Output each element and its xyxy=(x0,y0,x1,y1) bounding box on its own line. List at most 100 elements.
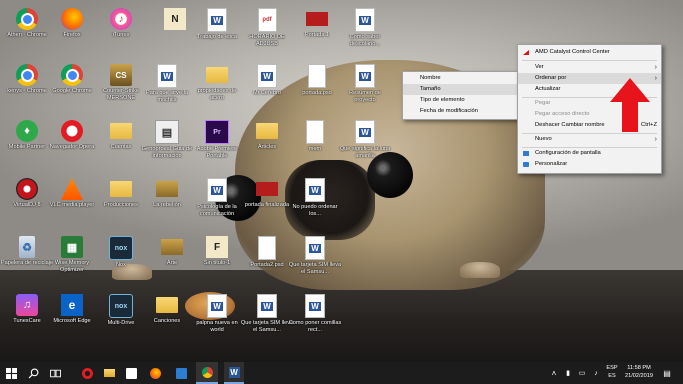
files-icon xyxy=(103,369,115,377)
desktop-icon-label: mem xyxy=(308,146,322,152)
opera-icon xyxy=(81,367,93,379)
folder-icon xyxy=(110,181,132,197)
windows-start-icon xyxy=(5,367,17,379)
desktop-icon-label: Que tarjeta SIM lleva el Samsu... xyxy=(240,320,294,333)
opera-icon xyxy=(61,120,83,142)
desktop-icon-horario[interactable]: pdf HORARIO DE ADJUSB xyxy=(240,6,294,60)
word-doc-icon: W xyxy=(257,64,277,88)
app-icon xyxy=(175,367,187,379)
chrome-icon xyxy=(16,64,38,86)
desktop-icon-adobe-premiere[interactable]: Pr Adobe Premiere Portable xyxy=(190,118,244,172)
task-view-button[interactable] xyxy=(46,362,64,384)
language-code: ESP xyxy=(606,365,618,371)
nox-icon: nox xyxy=(109,236,133,260)
submenu-arrow-icon: › xyxy=(654,75,657,82)
desktop-icon-label: Canciones xyxy=(153,318,181,324)
folder-icon xyxy=(206,67,228,83)
taskbar-edge-blue[interactable] xyxy=(172,362,190,384)
desktop-icon-opera[interactable]: Navegador Opera xyxy=(45,118,99,172)
desktop-icon-label: Genoproeal Guia de Información xyxy=(141,146,193,159)
taskbar-word[interactable]: W xyxy=(224,362,244,384)
tunescare-icon: ♫ xyxy=(16,294,38,316)
folder-dark-icon xyxy=(161,239,183,255)
menu-item-amd-catalyst[interactable]: AMD Catalyst Control Center xyxy=(518,47,661,58)
taskbar-firefox[interactable] xyxy=(146,362,164,384)
tray-volume[interactable]: ♪ xyxy=(590,362,602,384)
desktop-icon-label: portada.psd xyxy=(302,90,332,96)
tray-battery[interactable]: ▭ xyxy=(576,362,588,384)
word-icon: W xyxy=(228,366,240,378)
clock[interactable]: 11:58 PM 21/02/2019 xyxy=(622,364,656,380)
tray-expand[interactable]: ˄ xyxy=(548,362,560,384)
desktop-icon-propiedades-acero[interactable]: propiedades de acero xyxy=(190,62,244,116)
action-center-button[interactable]: ▤ xyxy=(660,362,674,384)
word-doc-icon: W xyxy=(305,236,325,260)
desktop-icon-luna-amarilla[interactable]: W Que significa la luna amarilla xyxy=(338,118,392,172)
wise-memory-icon: ▦ xyxy=(61,236,83,258)
desktop-icon-mem[interactable]: mem xyxy=(288,118,342,172)
desktop-icon-label: No puedo ordenar los... xyxy=(292,204,338,217)
desktop-icon-resumen-proyecto[interactable]: W Resumen de proyecto xyxy=(338,62,392,116)
desktop-icon-itunes[interactable]: ♪ iTunes xyxy=(94,6,148,60)
search-icon xyxy=(28,368,38,378)
firefox-icon xyxy=(149,367,161,379)
start-button[interactable] xyxy=(2,362,20,384)
taskbar-opera[interactable] xyxy=(78,362,96,384)
menu-separator xyxy=(522,60,657,61)
desktop-icon-firefox[interactable]: Firefox xyxy=(45,6,99,60)
desktop[interactable]: Athen - Chrome Firefox ♪ iTunes N W Trab… xyxy=(0,0,683,362)
desktop-icon-label: Portada 1 xyxy=(304,32,330,38)
taskbar-store[interactable] xyxy=(122,362,140,384)
menu-item-display-settings[interactable]: Configuración de pantalla xyxy=(518,148,661,159)
menu-item-sort-name[interactable]: Nombre xyxy=(403,73,519,84)
desktop-icon-vlc[interactable]: VLC media player xyxy=(45,176,99,230)
desktop-icon-nox[interactable]: nox Nox xyxy=(94,234,148,288)
desktop-icon-portada-psd[interactable]: portada.psd xyxy=(290,62,344,116)
desktop-icon-articles[interactable]: Articles xyxy=(240,118,294,172)
word-doc-icon: W xyxy=(207,178,227,202)
desktop-icon-tarjeta-sim-2[interactable]: W Que tarjeta SIM lleva el Samsu... xyxy=(240,292,294,346)
taskbar-file-explorer[interactable] xyxy=(100,362,118,384)
notion-icon: F xyxy=(206,236,228,258)
desktop-icon-como-saber[interactable]: W Como saber descolario... xyxy=(338,6,392,60)
desktop-icon-portada2-psd[interactable]: Portada2.psd xyxy=(240,234,294,288)
red-annotation-arrow xyxy=(610,78,650,132)
desktop-icon-tarjeta-sim-1[interactable]: W Que tarjeta SIM lleva el Samsu... xyxy=(288,234,342,288)
desktop-icon-edge[interactable]: e Microsoft Edge xyxy=(45,292,99,346)
desktop-icon-label: Trabajo de etica xyxy=(197,34,237,40)
file-icon xyxy=(308,64,326,88)
taskbar-chrome[interactable] xyxy=(196,362,218,384)
desktop-icon-para-que-sirve[interactable]: W Para que sirve la mochila xyxy=(140,62,194,116)
language-indicator[interactable]: ESP ES xyxy=(604,364,620,380)
desktop-icon-label: Wise Memory Optimizer xyxy=(54,260,90,273)
desktop-icon-psicologia[interactable]: W Psicología de la comunicación xyxy=(190,176,244,230)
vlc-icon xyxy=(61,178,83,200)
desktop-icon-no-puedo-ordenar[interactable]: W No puedo ordenar los... xyxy=(288,176,342,230)
desktop-icon-label: Que significa la luna amarilla xyxy=(339,146,391,159)
menu-item-sort-size[interactable]: Tamaño xyxy=(403,84,519,95)
tray-network[interactable]: ▮ xyxy=(562,362,574,384)
menu-item-view[interactable]: Ver › xyxy=(518,62,661,73)
menu-item-personalize[interactable]: Personalizar xyxy=(518,159,661,170)
desktop-icon-label: Portada2.psd xyxy=(250,262,284,268)
desktop-icon-como-poner-comillas[interactable]: W Como poner comillas rect... xyxy=(288,292,342,346)
desktop-icon-canciones[interactable]: Canciones xyxy=(140,292,194,346)
desktop-icon-portada-finalizada[interactable]: portada finalizada xyxy=(240,176,294,230)
desktop-icon-label: Mr.Cerebro xyxy=(253,90,281,96)
menu-item-sort-date[interactable]: Fecha de modificación xyxy=(403,106,519,117)
search-button[interactable] xyxy=(24,362,42,384)
counter-strike-icon: CS xyxy=(110,64,132,86)
desktop-icon-la-rebelion[interactable]: La rebelión xyxy=(140,176,194,230)
desktop-icon-genoproeal[interactable]: ▤ Genoproeal Guia de Información xyxy=(140,118,194,172)
desktop-icon-wise-memory[interactable]: ▦ Wise Memory Optimizer xyxy=(45,234,99,288)
word-doc-icon: W xyxy=(207,8,227,32)
desktop-icon-sin-titulo[interactable]: F Sin titulo-1 xyxy=(190,234,244,288)
menu-item-sort-type[interactable]: Tipo de elemento xyxy=(403,95,519,106)
desktop-icon-google-chrome[interactable]: Google Chrome xyxy=(45,62,99,116)
desktop-icon-label: propiedades de acero xyxy=(197,88,237,101)
desktop-icon-trabajo-etica[interactable]: W Trabajo de etica xyxy=(190,6,244,60)
desktop-icon-portada-1[interactable]: Portada 1 xyxy=(290,6,344,60)
menu-item-new[interactable]: Nuevo › xyxy=(518,134,661,145)
desktop-icon-pagina-nueva[interactable]: W palpna nueva en world xyxy=(190,292,244,346)
desktop-icon-mr-cerebro[interactable]: W Mr.Cerebro xyxy=(240,62,294,116)
